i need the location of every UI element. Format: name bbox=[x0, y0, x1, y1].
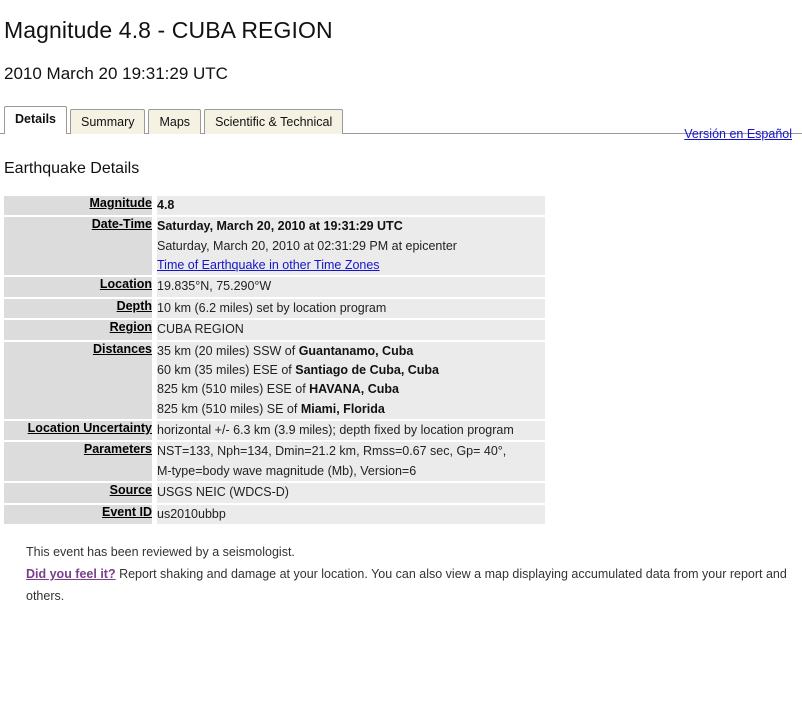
event-id-value: us2010ubbp bbox=[157, 506, 226, 521]
distance-place: Guantanamo, Cuba bbox=[298, 343, 414, 358]
row-label-location: Location bbox=[4, 277, 152, 299]
date-time-link-wrap: Time of Earthquake in other Time Zones bbox=[157, 256, 545, 275]
label-text-location[interactable]: Location bbox=[100, 277, 152, 291]
row-value-source: USGS NEIC (WDCS-D) bbox=[152, 483, 545, 505]
table-row-depth: Depth 10 km (6.2 miles) set by location … bbox=[4, 298, 545, 321]
language-link-container: Versión en Español bbox=[684, 125, 792, 143]
dyfi-description: Report shaking and damage at your locati… bbox=[26, 566, 787, 603]
parameters-line-2: M-type=body wave magnitude (Mb), Version… bbox=[157, 463, 417, 478]
label-text-location-uncertainty[interactable]: Location Uncertainty bbox=[28, 421, 152, 435]
location-uncertainty-value: horizontal +/- 6.3 km (3.9 miles); depth… bbox=[157, 423, 514, 438]
distance-prefix: 825 km (510 miles) SE of bbox=[157, 401, 301, 416]
distance-prefix: 825 km (510 miles) ESE of bbox=[157, 382, 310, 397]
label-text-event-id[interactable]: Event ID bbox=[102, 505, 152, 519]
tab-list: Details Summary Maps Scientific & Techni… bbox=[4, 105, 802, 134]
row-label-date-time: Date-Time bbox=[4, 217, 152, 278]
row-value-date-time: Saturday, March 20, 2010 at 19:31:29 UTC… bbox=[152, 217, 545, 278]
dyfi-paragraph: Did you feel it? Report shaking and dama… bbox=[26, 564, 788, 608]
table-row-location-uncertainty: Location Uncertainty horizontal +/- 6.3 … bbox=[4, 421, 545, 443]
tab-scientific-technical[interactable]: Scientific & Technical bbox=[204, 108, 344, 134]
label-text-source[interactable]: Source bbox=[110, 483, 152, 497]
footer-notes: This event has been reviewed by a seismo… bbox=[26, 542, 788, 608]
other-time-zones-link[interactable]: Time of Earthquake in other Time Zones bbox=[157, 258, 380, 272]
row-label-distances: Distances bbox=[4, 341, 152, 422]
label-text-date-time[interactable]: Date-Time bbox=[92, 217, 152, 231]
review-status-text: This event has been reviewed by a seismo… bbox=[26, 544, 295, 559]
region-value: CUBA REGION bbox=[157, 322, 244, 337]
label-text-magnitude[interactable]: Magnitude bbox=[90, 196, 153, 210]
version-espanol-link[interactable]: Versión en Español bbox=[684, 127, 792, 141]
tab-summary[interactable]: Summary bbox=[70, 108, 146, 134]
row-label-depth: Depth bbox=[4, 298, 152, 321]
distance-place: Miami, Florida bbox=[300, 401, 385, 416]
row-label-location-uncertainty: Location Uncertainty bbox=[4, 421, 152, 443]
row-value-depth: 10 km (6.2 miles) set by location progra… bbox=[152, 298, 545, 321]
table-row-distances: Distances 35 km (20 miles) SSW of Guanta… bbox=[4, 341, 545, 422]
earthquake-details-page: Magnitude 4.8 - CUBA REGION 2010 March 2… bbox=[0, 0, 802, 608]
row-value-magnitude: 4.8 bbox=[152, 195, 545, 218]
distance-place: Santiago de Cuba, Cuba bbox=[295, 362, 440, 377]
source-value: USGS NEIC (WDCS-D) bbox=[157, 485, 289, 500]
row-value-location-uncertainty: horizontal +/- 6.3 km (3.9 miles); depth… bbox=[152, 421, 545, 443]
row-value-distances: 35 km (20 miles) SSW of Guantanamo, Cuba… bbox=[152, 341, 545, 422]
row-value-location: 19.835°N, 75.290°W bbox=[152, 277, 545, 299]
row-label-source: Source bbox=[4, 483, 152, 505]
table-row-location: Location 19.835°N, 75.290°W bbox=[4, 277, 545, 299]
row-value-parameters: NST=133, Nph=134, Dmin=21.2 km, Rmss=0.6… bbox=[152, 442, 545, 484]
tab-maps[interactable]: Maps bbox=[148, 108, 202, 134]
table-row-region: Region CUBA REGION bbox=[4, 320, 545, 342]
distance-item: 60 km (35 miles) ESE of Santiago de Cuba… bbox=[157, 361, 545, 380]
did-you-feel-it-link[interactable]: Did you feel it? bbox=[26, 567, 116, 581]
distance-item: 825 km (510 miles) ESE of HAVANA, Cuba bbox=[157, 380, 545, 399]
distance-prefix: 60 km (35 miles) ESE of bbox=[157, 362, 296, 377]
parameters-line-1: NST=133, Nph=134, Dmin=21.2 km, Rmss=0.6… bbox=[157, 444, 507, 459]
row-label-region: Region bbox=[4, 320, 152, 342]
label-text-region[interactable]: Region bbox=[110, 320, 152, 334]
row-label-event-id: Event ID bbox=[4, 504, 152, 526]
table-row-parameters: Parameters NST=133, Nph=134, Dmin=21.2 k… bbox=[4, 442, 545, 484]
table-row-source: Source USGS NEIC (WDCS-D) bbox=[4, 483, 545, 505]
date-time-utc: Saturday, March 20, 2010 at 19:31:29 UTC bbox=[157, 219, 403, 234]
depth-value: 10 km (6.2 miles) set by location progra… bbox=[157, 300, 387, 315]
row-label-parameters: Parameters bbox=[4, 442, 152, 484]
section-title-earthquake-details: Earthquake Details bbox=[4, 159, 140, 177]
row-value-region: CUBA REGION bbox=[152, 320, 545, 342]
tab-details[interactable]: Details bbox=[4, 105, 67, 134]
row-value-event-id: us2010ubbp bbox=[152, 504, 545, 526]
distance-prefix: 35 km (20 miles) SSW of bbox=[157, 343, 299, 358]
table-row-event-id: Event ID us2010ubbp bbox=[4, 504, 545, 526]
row-label-magnitude: Magnitude bbox=[4, 195, 153, 218]
date-time-epicenter: Saturday, March 20, 2010 at 02:31:29 PM … bbox=[157, 238, 457, 253]
table-row-magnitude: Magnitude 4.8 bbox=[4, 195, 545, 218]
magnitude-value: 4.8 bbox=[157, 197, 175, 212]
page-title: Magnitude 4.8 - CUBA REGION bbox=[4, 17, 333, 43]
label-text-distances[interactable]: Distances bbox=[93, 342, 152, 356]
table-row-date-time: Date-Time Saturday, March 20, 2010 at 19… bbox=[4, 217, 545, 278]
label-text-depth[interactable]: Depth bbox=[117, 299, 152, 313]
page-subtitle: 2010 March 20 19:31:29 UTC bbox=[4, 64, 228, 84]
distance-item: 35 km (20 miles) SSW of Guantanamo, Cuba bbox=[157, 342, 545, 361]
location-value: 19.835°N, 75.290°W bbox=[157, 279, 272, 294]
distance-item: 825 km (510 miles) SE of Miami, Florida bbox=[157, 400, 545, 419]
distance-place: HAVANA, Cuba bbox=[309, 382, 399, 397]
label-text-parameters[interactable]: Parameters bbox=[84, 442, 152, 456]
tab-bar: Details Summary Maps Scientific & Techni… bbox=[0, 105, 802, 134]
earthquake-details-table: Magnitude 4.8 Date-Time Saturday, March … bbox=[4, 195, 545, 526]
